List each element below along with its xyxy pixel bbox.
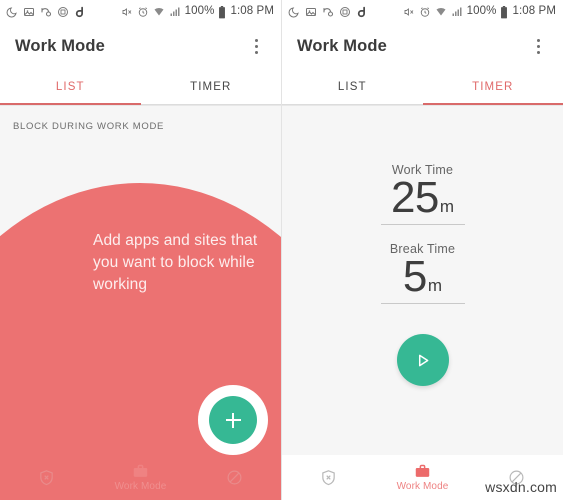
page-title: Work Mode — [297, 36, 387, 55]
tab-timer-label: TIMER — [190, 80, 232, 93]
phone-screen-list: 100% 1:08 PM Work Mode LIST TIMER BLOCK … — [0, 0, 281, 500]
tab-inactive-indicator — [282, 103, 423, 105]
play-icon — [418, 354, 429, 367]
tab-list-label: LIST — [55, 80, 85, 93]
alarm-icon — [138, 7, 147, 17]
tab-active-indicator — [0, 102, 141, 105]
start-timer-button[interactable] — [396, 334, 449, 387]
work-time-number: 25 — [390, 173, 439, 222]
nav-item-shield[interactable] — [282, 469, 376, 486]
break-time-value: 5 m — [402, 252, 443, 302]
rotate-icon — [323, 7, 334, 17]
tab-list[interactable]: LIST — [282, 68, 423, 105]
app-badge-icon — [357, 6, 365, 17]
clock-text: 1:08 PM — [512, 5, 556, 18]
bottom-navigation-list: Work Mode — [0, 455, 281, 500]
break-time-field[interactable]: Break Time 5 m — [380, 242, 465, 305]
circled-e-icon — [340, 7, 350, 17]
nav-item-work-mode[interactable]: Work Mode — [94, 463, 188, 492]
work-time-unit: m — [439, 197, 455, 216]
tab-inactive-indicator — [140, 103, 281, 105]
tab-list[interactable]: LIST — [0, 68, 141, 105]
work-time-field[interactable]: Work Time 25 m — [380, 163, 465, 226]
app-badge-icon — [75, 6, 83, 17]
screenshot-icon — [24, 8, 34, 16]
phone-screen-timer: 100% 1:08 PM Work Mode LIST TIMER Work T… — [281, 0, 563, 500]
nav-item-work-mode-label: Work Mode — [114, 481, 167, 492]
break-time-unit: m — [427, 276, 443, 296]
clock-text: 1:08 PM — [230, 5, 274, 18]
do-not-disturb-moon-icon — [6, 7, 17, 18]
battery-percent-text: 100% — [184, 5, 215, 18]
wifi-icon — [436, 8, 446, 16]
overflow-menu-icon[interactable] — [527, 33, 549, 59]
status-bar: 100% 1:08 PM — [0, 0, 281, 24]
battery-icon — [219, 5, 226, 18]
rotate-icon — [41, 7, 52, 17]
tab-bar-right: LIST TIMER — [282, 68, 563, 105]
mute-icon — [122, 8, 131, 16]
mute-icon — [404, 8, 413, 16]
app-bar: Work Mode — [0, 24, 281, 68]
list-content: BLOCK DURING WORK MODE Add apps and site… — [0, 105, 281, 500]
break-time-underline — [380, 303, 465, 305]
status-bar-right: 100% 1:08 PM — [282, 0, 563, 24]
add-button[interactable] — [198, 385, 268, 455]
battery-percent-text: 100% — [466, 5, 497, 18]
timer-content: Work Time 25 m Break Time 5 m Work Mode … — [282, 105, 563, 500]
nav-item-work-mode[interactable]: Work Mode — [376, 463, 470, 492]
tab-timer[interactable]: TIMER — [422, 68, 563, 105]
nav-item-shield[interactable] — [0, 469, 94, 486]
watermark-text: wsxdn.com — [485, 479, 557, 495]
app-bar-right: Work Mode — [282, 24, 563, 68]
nav-item-block[interactable] — [187, 469, 281, 486]
block-circle-icon — [227, 470, 242, 485]
nav-item-work-mode-label: Work Mode — [396, 481, 449, 492]
work-time-underline — [380, 224, 465, 226]
tab-timer[interactable]: TIMER — [140, 68, 281, 105]
status-bar-right-icons-right: 100% 1:08 PM — [403, 5, 556, 19]
wifi-icon — [154, 8, 164, 16]
work-time-value: 25 m — [390, 173, 455, 222]
do-not-disturb-moon-icon — [288, 7, 299, 18]
status-bar-right-icons: 100% 1:08 PM — [121, 5, 274, 19]
battery-icon — [501, 5, 508, 18]
overflow-menu-icon[interactable] — [245, 33, 267, 59]
tab-bar: LIST TIMER — [0, 68, 281, 105]
screenshot-root: 100% 1:08 PM Work Mode LIST TIMER BLOCK … — [0, 0, 563, 500]
briefcase-icon — [415, 464, 430, 477]
briefcase-icon — [133, 464, 148, 477]
break-time-number: 5 — [402, 252, 427, 302]
signal-icon — [170, 7, 180, 16]
circled-e-icon — [58, 7, 68, 17]
tab-timer-label: TIMER — [472, 80, 514, 93]
screenshot-icon — [306, 8, 316, 16]
tab-active-indicator — [422, 102, 563, 105]
status-bar-left-icons-right — [288, 6, 369, 19]
shield-block-icon — [322, 470, 336, 486]
tab-list-label: LIST — [337, 80, 367, 93]
shield-block-icon — [40, 470, 54, 486]
alarm-icon — [420, 7, 429, 17]
add-button-circle — [209, 396, 257, 444]
status-bar-left-icons — [6, 6, 87, 19]
page-title: Work Mode — [15, 36, 105, 55]
signal-icon — [452, 7, 462, 16]
section-header-label: BLOCK DURING WORK MODE — [13, 121, 165, 132]
plus-icon — [225, 412, 241, 428]
empty-state-text: Add apps and sites that you want to bloc… — [93, 232, 258, 293]
